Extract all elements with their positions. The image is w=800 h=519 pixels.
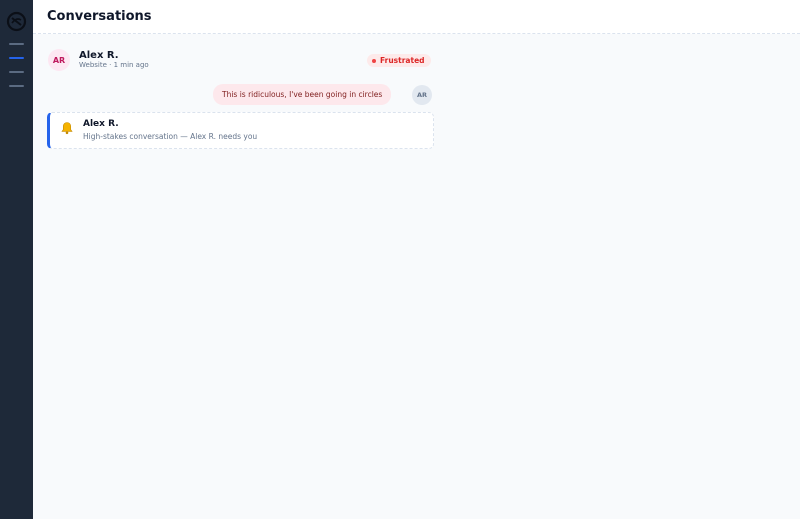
- status-label: Frustrated: [380, 56, 425, 65]
- page-title: Conversations: [47, 9, 152, 24]
- logo-icon[interactable]: [6, 11, 27, 32]
- message-avatar: AR: [412, 85, 432, 105]
- message-bubble: This is ridiculous, I've been going in c…: [213, 84, 392, 105]
- contact-avatar: AR: [48, 49, 70, 71]
- nav-item-1[interactable]: [9, 43, 24, 45]
- main-panel: Conversations AR Alex R. Website · 1 min…: [33, 0, 800, 519]
- contact-meta: Website · 1 min ago: [79, 61, 149, 69]
- top-bar: Conversations: [33, 0, 800, 34]
- app-window: Conversations AR Alex R. Website · 1 min…: [0, 0, 800, 519]
- sidebar-rail: [0, 0, 33, 519]
- alert-body: High-stakes conversation — Alex R. needs…: [83, 132, 258, 141]
- bell-icon: [61, 122, 73, 135]
- nav-item-3[interactable]: [9, 71, 24, 73]
- nav-item-4[interactable]: [9, 85, 24, 87]
- alert-notification[interactable]: Alex R. High-stakes conversation — Alex …: [47, 112, 434, 149]
- alert-title: Alex R.: [83, 119, 119, 129]
- contact-name: Alex R.: [79, 50, 119, 61]
- conversation-header[interactable]: AR Alex R. Website · 1 min ago Frustrate…: [48, 49, 433, 72]
- status-badge: Frustrated: [367, 54, 431, 67]
- status-dot-icon: [372, 58, 376, 63]
- nav-item-conversations[interactable]: [9, 57, 24, 59]
